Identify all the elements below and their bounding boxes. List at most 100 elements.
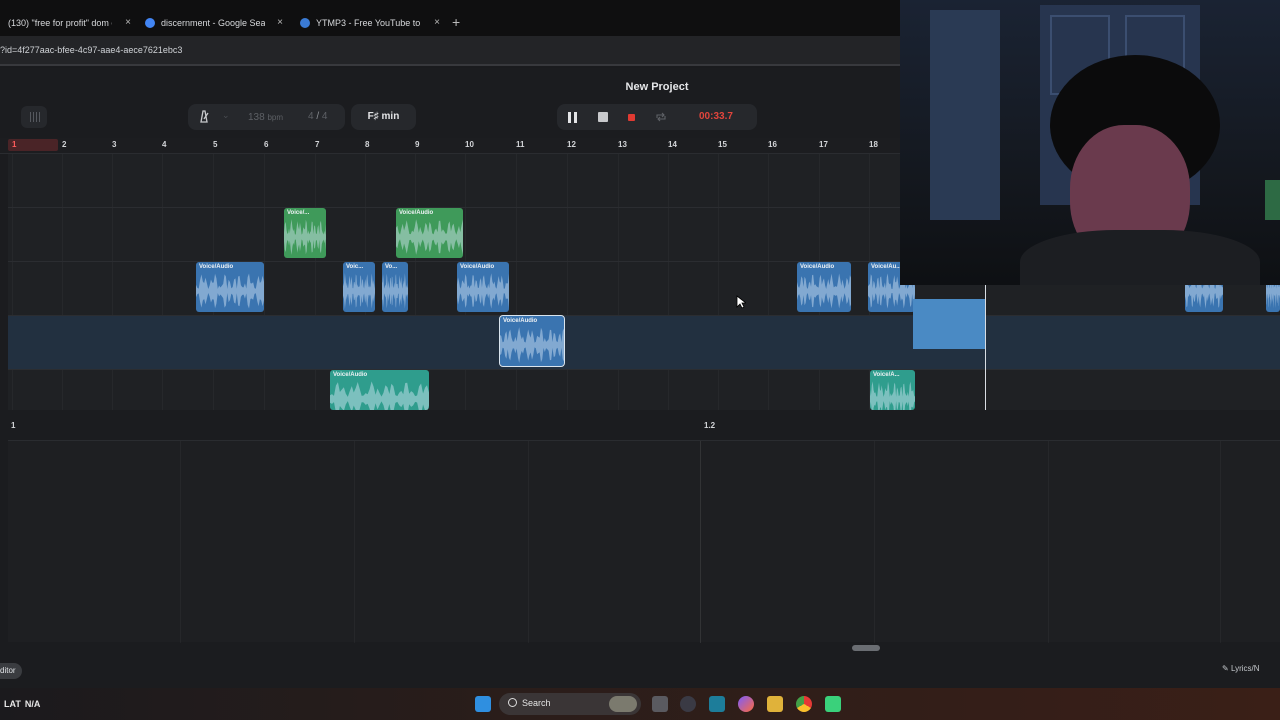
ruler-bar-number: 3 (112, 140, 117, 149)
clip-label: Voice/A... (873, 372, 900, 378)
record-icon[interactable] (628, 114, 635, 121)
taskbar-search[interactable]: Search (499, 693, 641, 715)
file-explorer-icon[interactable] (767, 696, 783, 712)
editor-gridline (700, 441, 701, 643)
audio-clip[interactable]: Voice/Audio (196, 262, 264, 312)
ruler-bar-number: 13 (618, 140, 627, 149)
loop-icon[interactable] (655, 111, 667, 123)
pause-icon[interactable] (568, 112, 578, 123)
waveform (457, 273, 509, 309)
close-tab-icon[interactable]: × (277, 17, 283, 28)
search-label: Search (522, 698, 551, 708)
audio-clip[interactable]: Voice/Audio (396, 208, 463, 258)
audio-clip[interactable]: Voice/Audio (499, 315, 565, 367)
piano-roll-toggle-button[interactable] (21, 106, 47, 128)
4k-app-icon[interactable] (680, 696, 696, 712)
ytmp3-favicon-icon (300, 18, 310, 28)
windows-start-icon[interactable] (475, 696, 491, 712)
editor-gridline (354, 441, 355, 643)
ruler-bar-number: 5 (213, 140, 218, 149)
clip-label: Vo... (385, 264, 398, 270)
editor-gridline (1048, 441, 1049, 643)
clip-label: Voice/Audio (503, 318, 538, 324)
audio-clip[interactable]: Vo... (382, 262, 408, 312)
browser-tab-ytmp3[interactable]: YTMP3 - Free YouTube to MP3 × (292, 10, 444, 36)
edge-dev-icon[interactable] (709, 696, 725, 712)
ruler-bar-number: 9 (415, 140, 420, 149)
sig-denominator: 4 (321, 111, 328, 122)
task-view-icon[interactable] (652, 696, 668, 712)
editor-ruler-label: 1 (11, 421, 16, 430)
clip-label: Voice/... (287, 210, 310, 216)
new-tab-button[interactable]: + (452, 14, 460, 30)
google-favicon-icon (145, 18, 155, 28)
close-tab-icon[interactable]: × (434, 17, 440, 28)
waveform (284, 219, 326, 255)
ruler-bar-number: 17 (819, 140, 828, 149)
audio-clip[interactable]: Voice/Audio (330, 370, 429, 410)
sig-numerator: 4 (308, 111, 314, 122)
clip-label: Voic... (346, 264, 364, 270)
editor-scroll-handle[interactable] (852, 645, 880, 651)
audio-clip[interactable]: Voice/Audio (457, 262, 509, 312)
piano-roll-editor[interactable] (8, 440, 1280, 643)
waveform (343, 273, 375, 309)
tempo-panel: ⌄ 138 bpm 4 / 4 (188, 104, 345, 130)
waveform (382, 273, 408, 309)
ruler-bar-number: 8 (365, 140, 370, 149)
weather-value: N/A (24, 699, 41, 709)
webcam-overlay (900, 0, 1280, 285)
ruler-bar-number: 7 (315, 140, 320, 149)
ruler-bar-number: 2 (62, 140, 67, 149)
ruler-bar-number: 10 (465, 140, 474, 149)
ruler-bar-number: 11 (516, 140, 525, 149)
waveform (396, 219, 463, 255)
editor-gridline (528, 441, 529, 643)
editor-ruler[interactable]: 1 1.2 (0, 413, 1280, 439)
ruler-bar-number: 4 (162, 140, 167, 149)
pencil-icon: ✎ (1222, 664, 1231, 673)
ruler-bar-number: 12 (567, 140, 576, 149)
key-selector-button[interactable]: F♯ min (351, 104, 416, 130)
ruler-bar-number: 6 (264, 140, 269, 149)
time-display: 00:33.7 (699, 111, 733, 122)
chevron-down-icon[interactable]: ⌄ (222, 110, 230, 121)
copilot-icon[interactable] (738, 696, 754, 712)
waveform (797, 273, 851, 309)
lyrics-button[interactable]: ✎ Lyrics/N (1222, 664, 1260, 673)
bpm-value: 138 (248, 112, 265, 123)
metronome-icon[interactable] (198, 110, 210, 123)
audio-clip[interactable]: Voice/A... (870, 370, 915, 410)
editor-gridline (874, 441, 875, 643)
weather-label: LAT (4, 699, 21, 709)
close-tab-icon[interactable]: × (125, 17, 131, 28)
time-signature[interactable]: 4 / 4 (308, 111, 327, 122)
playhead[interactable] (985, 284, 986, 410)
tab-title: YTMP3 - Free YouTube to MP3 (316, 18, 420, 28)
chrome-icon[interactable] (796, 696, 812, 712)
editor-tab[interactable]: ditor (0, 663, 22, 679)
browser-tab-google[interactable]: discernment - Google Search × (137, 10, 287, 36)
waveform (870, 381, 915, 410)
clip-label: Voice/Audio (800, 264, 835, 270)
audio-clip[interactable]: Voic... (343, 262, 375, 312)
track-lane-4-selected[interactable] (8, 316, 1280, 370)
mouse-cursor-icon (736, 295, 746, 309)
search-highlight-icon (609, 696, 637, 712)
tab-title: discernment - Google Search (161, 18, 265, 28)
android-app-icon[interactable] (825, 696, 841, 712)
ruler-bar-number: 1 (12, 140, 17, 149)
os-taskbar: LAT N/A Search (0, 688, 1280, 720)
bpm-field[interactable]: 138 bpm (248, 112, 283, 123)
search-icon (508, 698, 517, 707)
recording-region[interactable] (913, 299, 985, 349)
waveform (330, 381, 429, 410)
browser-tab-youtube[interactable]: (130) "free for profit" dom corleo × (0, 10, 135, 36)
audio-clip[interactable]: Voice/Audio (797, 262, 851, 312)
clip-label: Voice/Audio (333, 372, 368, 378)
audio-clip[interactable]: Voice/... (284, 208, 326, 258)
stop-icon[interactable] (598, 112, 608, 122)
ruler-bar-number: 16 (768, 140, 777, 149)
track-lane-5[interactable] (8, 370, 1280, 410)
weather-widget[interactable]: LAT N/A (0, 699, 40, 709)
